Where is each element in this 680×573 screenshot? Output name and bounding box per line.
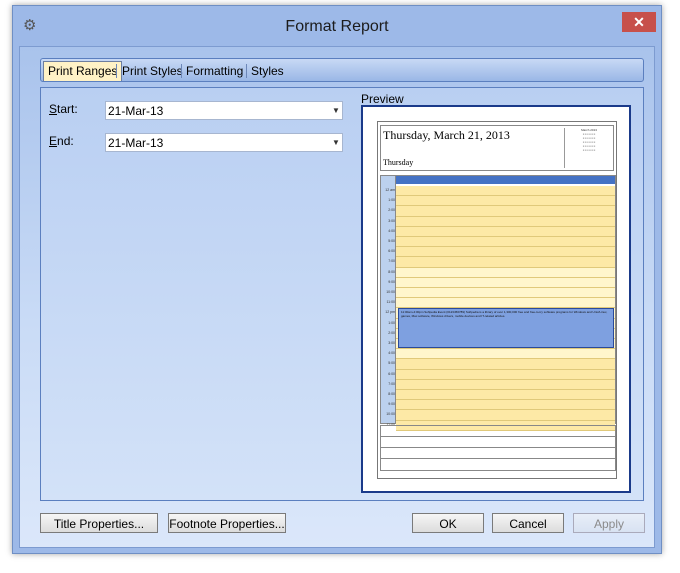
time-label: 10:00 [386,412,395,417]
time-label: 12 pm [385,310,395,315]
time-slot [396,288,615,299]
time-slot [396,400,615,411]
time-label: 2:00 [388,208,395,213]
tab-styles[interactable]: Styles [247,62,288,80]
time-label: 4:00 [388,228,395,233]
time-slot [396,206,615,217]
end-date-picker[interactable]: 21-Mar-13 ▼ [105,133,343,152]
preview-page-header: Thursday, March 21, 2013 Thursday March … [380,125,614,171]
time-label: 8:00 [388,269,395,274]
preview-page: Thursday, March 21, 2013 Thursday March … [377,121,617,479]
time-slot [396,277,615,288]
footer-row [381,458,615,459]
time-slot [396,379,615,390]
preview-event: 11:00am-4:00pm Softpedia Event (01234567… [398,308,614,348]
chevron-down-icon[interactable]: ▼ [331,103,341,118]
chevron-down-icon[interactable]: ▼ [331,135,341,150]
tab-formatting[interactable]: Formatting [182,62,247,80]
start-date-value: 21-Mar-13 [108,104,164,118]
start-label: Start: [49,102,78,116]
time-slot [396,196,615,207]
time-label: 5:00 [388,239,395,243]
time-slot [396,267,615,278]
time-label: 8:00 [388,392,395,396]
dialog-client-area: Print Ranges Print Styles Formatting Sty… [19,46,655,548]
window-title: Format Report [285,18,389,35]
tab-print-ranges[interactable]: Print Ranges [43,61,123,81]
apply-button[interactable]: Apply [573,513,645,533]
time-slot [396,226,615,237]
tab-strip: Print Ranges Print Styles Formatting Sty… [40,58,644,82]
tab-separator [116,64,117,78]
preview-footer-rows [380,425,616,471]
ok-button[interactable]: OK [412,513,484,533]
preview-frame: Thursday, March 21, 2013 Thursday March … [361,105,631,493]
time-slot [396,390,615,401]
time-label: 2:00 [388,330,395,335]
title-bar[interactable]: ⚙ Format Report ✕ [13,6,661,44]
time-label: 3:00 [388,341,395,345]
time-label: 5:00 [388,361,395,366]
time-label: 1:00 [388,320,395,325]
end-label: End: [49,134,74,148]
close-icon: ✕ [633,14,645,30]
time-slot [396,298,615,309]
footnote-properties-button[interactable]: Footnote Properties... [168,513,286,533]
preview-date-heading: Thursday, March 21, 2013 [383,128,510,142]
time-label: 3:00 [388,218,395,223]
tab-print-styles[interactable]: Print Styles [118,62,187,80]
time-label: 4:00 [388,351,395,356]
footer-row [381,447,615,448]
time-label: 7:00 [388,381,395,386]
format-report-dialog: ⚙ Format Report ✕ Print Ranges Print Sty… [12,5,662,554]
mini-calendar: March 2013 ▪ ▪ ▪ ▪ ▪ ▪ ▪ ▪ ▪ ▪ ▪ ▪ ▪ ▪ ▪ ▪… [564,128,613,168]
time-slot [396,257,615,268]
time-label: 9:00 [388,402,395,407]
print-ranges-panel: Start: 21-Mar-13 ▼ End: 21-Mar-13 ▼ Prev… [40,87,644,501]
cancel-button[interactable]: Cancel [492,513,564,533]
time-slot [396,349,615,360]
time-label: 12 am [385,188,395,192]
close-button[interactable]: ✕ [622,12,656,32]
time-label: 6:00 [388,371,395,376]
time-label: 9:00 [388,279,395,284]
time-slot [396,247,615,258]
title-properties-button[interactable]: Title Properties... [40,513,158,533]
time-slot [396,410,615,421]
time-label: 1:00 [388,198,395,203]
time-label: 6:00 [388,249,395,254]
time-slot [396,216,615,227]
preview-label: Preview [361,92,404,106]
mini-calendar-grid: ▪ ▪ ▪ ▪ ▪ ▪ ▪ ▪ ▪ ▪ ▪ ▪ ▪ ▪ ▪ ▪ ▪ ▪ ▪ ▪ ▪ ▪… [582,132,596,152]
footer-row [381,436,615,437]
time-slot [396,369,615,380]
time-label: 10:00 [386,290,395,294]
time-label: 7:00 [388,259,395,264]
end-date-value: 21-Mar-13 [108,136,164,150]
preview-day-grid: 11:00am-4:00pm Softpedia Event (01234567… [380,175,616,431]
preview-day-name: Thursday [383,158,414,167]
time-slot [396,359,615,370]
time-slot [396,186,615,197]
time-slot [396,237,615,248]
start-date-picker[interactable]: 21-Mar-13 ▼ [105,101,343,120]
day-header-band [396,176,615,184]
time-label: 11:00 [386,300,396,305]
